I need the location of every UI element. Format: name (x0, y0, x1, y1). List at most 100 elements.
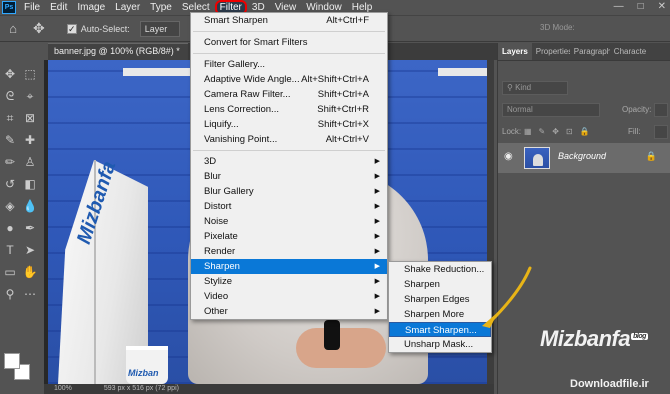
filter-menu-item-sharpen[interactable]: Sharpen ▶ (191, 259, 387, 274)
edit-toolbar-icon[interactable]: ⋯ (22, 286, 38, 302)
menu-item-label: Noise (204, 216, 229, 227)
auto-select-target-select[interactable]: Layer (139, 20, 180, 37)
healing-tool-icon[interactable]: ✚ (22, 132, 38, 148)
filter-menu-dropdown: Smart Sharpen Alt+Ctrl+F Convert for Smart… (190, 12, 388, 320)
eyedropper-tool-icon[interactable]: ✎ (2, 132, 18, 148)
type-tool-icon[interactable]: T (2, 242, 18, 258)
filter-menu-item-convert-for-smart-filters[interactable]: Convert for Smart Filters (191, 35, 387, 50)
home-icon[interactable]: ⌂ (5, 21, 21, 36)
foreground-color-swatch[interactable] (4, 353, 20, 369)
fill-field[interactable] (654, 125, 668, 139)
crop-tool-icon[interactable]: ⌗ (2, 110, 18, 126)
move-tool-icon[interactable]: ✥ (33, 20, 45, 37)
tab-properties[interactable]: Properties (532, 43, 570, 60)
menu-type[interactable]: Type (145, 0, 177, 15)
hand-tool-icon[interactable]: ✋ (22, 264, 38, 280)
frame-tool-icon[interactable]: ⊠ (22, 110, 38, 126)
dodge-tool-icon[interactable]: ● (2, 220, 18, 236)
sharpen-menu-item-unsharp-mask[interactable]: Unsharp Mask... (389, 337, 491, 352)
menu-image[interactable]: Image (72, 0, 110, 15)
tab-paragraph[interactable]: Paragraph (570, 43, 610, 60)
opacity-field[interactable] (654, 103, 668, 117)
document-tab-label: banner.jpg @ 100% (RGB/8#) * (54, 46, 180, 56)
zoom-tool-icon[interactable]: ⚲ (2, 286, 18, 302)
mug-text: Mizban (128, 368, 159, 378)
lasso-tool-icon[interactable]: ᘓ (2, 88, 18, 104)
menu-item-label: 3D (204, 156, 217, 167)
auto-select-label: Auto-Select: (80, 23, 130, 34)
watermark-download-text: Downloadfile.ir (570, 378, 649, 390)
maximize-button[interactable]: □ (638, 1, 644, 12)
filter-menu-item-render[interactable]: Render ▶ (191, 244, 387, 259)
tab-layers[interactable]: Layers (498, 43, 532, 60)
filter-menu-item-pixelate[interactable]: Pixelate ▶ (191, 229, 387, 244)
visibility-eye-icon[interactable]: ◉ (504, 151, 513, 162)
blend-mode-select[interactable]: Normal (502, 103, 600, 117)
filter-menu-item-vanishing-point[interactable]: Vanishing Point... Alt+Ctrl+V (191, 132, 387, 147)
path-select-tool-icon[interactable]: ➤ (22, 242, 38, 258)
layer-filter-kind: Kind (515, 83, 532, 92)
menu-item-label: Sharpen More (404, 309, 465, 320)
submenu-arrow-icon: ▶ (374, 263, 380, 270)
submenu-arrow-icon: ▶ (374, 188, 380, 195)
tools-panel: ✥ ⬚ ᘓ ⌖ ⌗ ⊠ ✎ ✚ ✏ ♙ ↺ ◧ ◈ 💧 ● ✒ T ➤ ▭ ✋ … (0, 60, 44, 394)
blur-tool-icon[interactable]: 💧 (22, 198, 38, 214)
pen-tool-icon[interactable]: ✒ (22, 220, 38, 236)
menu-item-label: Render (204, 246, 236, 257)
submenu-arrow-icon: ▶ (374, 308, 380, 315)
submenu-arrow-icon: ▶ (374, 233, 380, 240)
filter-menu-item-filter-gallery[interactable]: Filter Gallery... (191, 57, 387, 72)
move-tool-icon[interactable]: ✥ (2, 66, 18, 82)
stamp-tool-icon[interactable]: ♙ (22, 154, 38, 170)
window-controls: — □ ✕ (614, 1, 666, 12)
submenu-arrow-icon: ▶ (374, 173, 380, 180)
layer-thumbnail (524, 147, 550, 169)
filter-menu-item-liquify[interactable]: Liquify... Shift+Ctrl+X (191, 117, 387, 132)
shape-tool-icon[interactable]: ▭ (2, 264, 18, 280)
status-bar: 100% 593 px x 516 px (72 ppi) (44, 384, 494, 394)
lock-icons[interactable]: ▦✎✥⊡🔒 (524, 125, 597, 139)
marquee-tool-icon[interactable]: ⬚ (22, 66, 38, 82)
layer-row-background[interactable]: ◉ Background 🔒 (498, 143, 670, 173)
filter-menu-item-video[interactable]: Video ▶ (191, 289, 387, 304)
menu-item-label: Sharpen (404, 279, 440, 290)
filter-menu-item-blur[interactable]: Blur ▶ (191, 169, 387, 184)
zoom-level[interactable]: 100% (54, 385, 72, 392)
document-tab[interactable]: banner.jpg @ 100% (RGB/8#) * × (48, 43, 188, 60)
menu-item-label: Smart Sharpen (204, 15, 268, 26)
menu-layer[interactable]: Layer (110, 0, 145, 15)
fill-label: Fill: (628, 127, 641, 136)
filter-menu-item-camera-raw-filter[interactable]: Camera Raw Filter... Shift+Ctrl+A (191, 87, 387, 102)
tab-character[interactable]: Characte (610, 43, 650, 60)
paint-bucket-tool-icon[interactable]: ◈ (2, 198, 18, 214)
menu-item-shortcut: Shift+Ctrl+X (317, 119, 369, 130)
search-icon: ⚲ (507, 83, 516, 92)
3d-mode-label: 3D Mode: (540, 23, 575, 32)
filter-menu-item-blur-gallery[interactable]: Blur Gallery ▶ (191, 184, 387, 199)
history-brush-tool-icon[interactable]: ↺ (2, 176, 18, 192)
filter-menu-item-3d[interactable]: 3D ▶ (191, 154, 387, 169)
eraser-tool-icon[interactable]: ◧ (22, 176, 38, 192)
filter-menu-item-other[interactable]: Other ▶ (191, 304, 387, 319)
filter-menu-item-stylize[interactable]: Stylize ▶ (191, 274, 387, 289)
watermark-logo: Mizbanfa blog (540, 326, 648, 352)
menu-item-label: Liquify... (204, 119, 239, 130)
minimize-button[interactable]: — (614, 1, 624, 12)
auto-select-checkbox[interactable]: ✓ (66, 23, 77, 34)
filter-menu-item-noise[interactable]: Noise ▶ (191, 214, 387, 229)
quick-select-tool-icon[interactable]: ⌖ (22, 88, 38, 104)
menu-item-label: Distort (204, 201, 232, 212)
filter-menu-item-smart-sharpen[interactable]: Smart Sharpen Alt+Ctrl+F (191, 13, 387, 28)
filter-menu-item-lens-correction[interactable]: Lens Correction... Shift+Ctrl+R (191, 102, 387, 117)
brush-tool-icon[interactable]: ✏ (2, 154, 18, 170)
menu-item-label: Other (204, 306, 228, 317)
menu-item-label: Convert for Smart Filters (204, 37, 308, 48)
layer-filter-select[interactable]: ⚲ Kind (502, 81, 568, 95)
close-window-button[interactable]: ✕ (658, 1, 666, 12)
filter-menu-item-distort[interactable]: Distort ▶ (191, 199, 387, 214)
filter-menu-item-adaptive-wide-angle[interactable]: Adaptive Wide Angle... Alt+Shift+Ctrl+A (191, 72, 387, 87)
menu-file[interactable]: File (19, 0, 45, 15)
menu-item-shortcut: Shift+Ctrl+R (317, 104, 369, 115)
menu-item-label: Adaptive Wide Angle... (204, 74, 300, 85)
menu-edit[interactable]: Edit (45, 0, 72, 15)
